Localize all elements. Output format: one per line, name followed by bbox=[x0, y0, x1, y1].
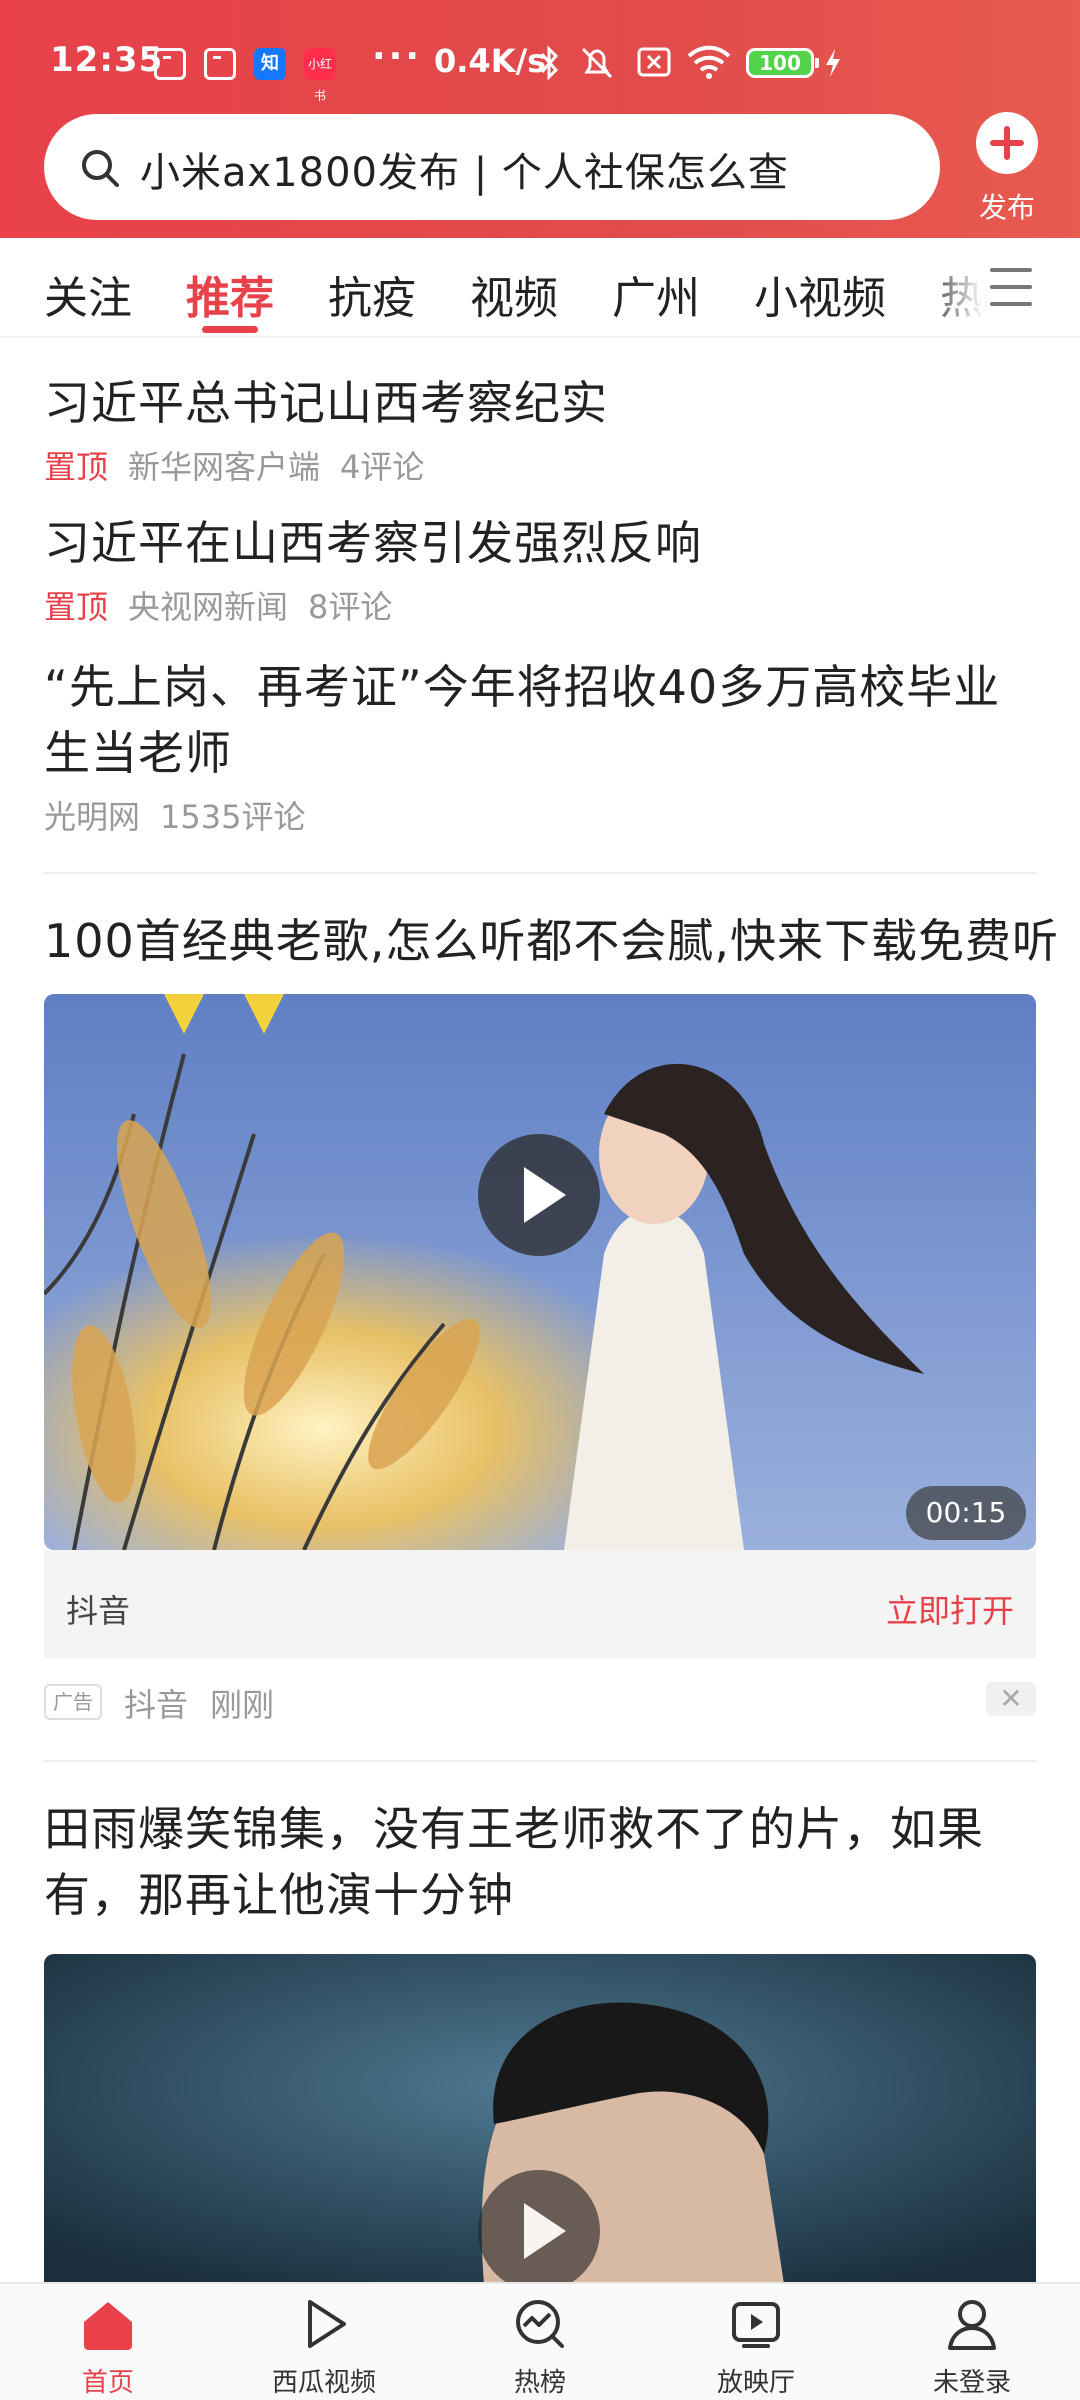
ad-action-bar[interactable]: 抖音 立即打开 bbox=[44, 1550, 1036, 1658]
mute-bell-icon bbox=[581, 47, 613, 79]
tab-video[interactable]: 视频 bbox=[470, 262, 558, 326]
video-title-block[interactable]: 田雨爆笑锦集，没有王老师救不了的片，如果有，那再让他演十分钟 bbox=[44, 1796, 1036, 1928]
trending-icon bbox=[516, 2300, 564, 2348]
nav-profile[interactable]: 未登录 bbox=[864, 2284, 1080, 2400]
news-item[interactable]: 习近平总书记山西考察纪实 置顶 新华网客户端 4评论 bbox=[44, 370, 1036, 488]
news-title: 习近平总书记山西考察纪实 bbox=[44, 376, 608, 430]
video-thumbnail[interactable] bbox=[44, 1954, 1036, 2284]
search-icon bbox=[82, 150, 119, 187]
screen-icon bbox=[732, 2302, 780, 2348]
ad-video-thumbnail[interactable]: 00:15 bbox=[44, 994, 1036, 1550]
battery-indicator: 100 bbox=[746, 48, 819, 78]
menu-icon[interactable] bbox=[990, 268, 1032, 308]
news-source: 光明网 bbox=[44, 798, 141, 836]
search-bar[interactable]: 小米ax1800发布 | 个人社保怎么查 bbox=[44, 114, 940, 220]
bluetooth-icon bbox=[540, 45, 559, 81]
ad-app-name: 抖音 bbox=[66, 1592, 131, 1630]
more-notifications-icon: ··· bbox=[372, 36, 423, 77]
ad-title: 100首经典老歌,怎么听都不会腻,快来下载免费听 bbox=[44, 914, 1060, 968]
comment-count: 4评论 bbox=[340, 448, 425, 486]
tab-recommend[interactable]: 推荐 bbox=[186, 262, 274, 326]
charging-icon bbox=[826, 49, 840, 77]
news-item[interactable]: “先上岗、再考证”今年将招收40多万高校毕业生当老师 光明网 1535评论 bbox=[44, 654, 1036, 838]
ad-meta-time: 刚刚 bbox=[210, 1686, 275, 1724]
video-duration: 00:15 bbox=[906, 1486, 1026, 1540]
nav-hot-list-label: 热榜 bbox=[513, 2368, 566, 2398]
divider bbox=[44, 872, 1036, 874]
news-meta: 置顶 央视网新闻 8评论 bbox=[44, 582, 1036, 628]
calendar-icon bbox=[154, 48, 186, 80]
news-title: “先上岗、再考证”今年将招收40多万高校毕业生当老师 bbox=[44, 660, 1001, 780]
tab-short-video[interactable]: 小视频 bbox=[754, 262, 886, 326]
tab-guangzhou[interactable]: 广州 bbox=[612, 262, 700, 326]
bottom-navigation: 首页 西瓜视频 热榜 放映厅 未登录 bbox=[0, 2282, 1080, 2400]
news-title: 习近平在山西考察引发强烈反响 bbox=[44, 516, 702, 570]
news-meta: 光明网 1535评论 bbox=[44, 792, 1036, 838]
status-bar: 12:35 知 小红书 ··· 0.4K/s 100 bbox=[0, 0, 1080, 110]
news-source: 央视网新闻 bbox=[128, 588, 289, 626]
ad-meta-text: 抖音 刚刚 bbox=[124, 1680, 296, 1726]
no-sim-icon bbox=[637, 47, 671, 77]
nav-home[interactable]: 首页 bbox=[0, 2284, 216, 2400]
nav-screening-label: 放映厅 bbox=[716, 2368, 795, 2398]
play-button-icon[interactable] bbox=[478, 1134, 600, 1256]
play-icon bbox=[308, 2300, 346, 2348]
status-time: 12:35 bbox=[50, 40, 164, 80]
tab-anti-epidemic[interactable]: 抗疫 bbox=[328, 262, 416, 326]
ad-meta: 广告 抖音 刚刚 ✕ bbox=[44, 1680, 1036, 1724]
play-button-icon[interactable] bbox=[478, 2170, 600, 2284]
network-speed: 0.4K/s bbox=[434, 42, 547, 80]
publish-label: 发布 bbox=[978, 191, 1035, 224]
tab-follow[interactable]: 关注 bbox=[44, 262, 132, 326]
comment-count: 1535评论 bbox=[160, 798, 306, 836]
calendar-icon bbox=[204, 48, 236, 80]
active-tab-indicator bbox=[202, 326, 258, 333]
dismiss-close-icon[interactable]: ✕ bbox=[986, 1682, 1036, 1716]
ad-badge: 广告 bbox=[44, 1684, 102, 1720]
nav-hot-list[interactable]: 热榜 bbox=[432, 2284, 648, 2400]
pinned-badge: 置顶 bbox=[44, 588, 109, 626]
news-item[interactable]: 习近平在山西考察引发强烈反响 置顶 央视网新闻 8评论 bbox=[44, 510, 1036, 628]
nav-xigua-video[interactable]: 西瓜视频 bbox=[216, 2284, 432, 2400]
ad-title-block[interactable]: 100首经典老歌,怎么听都不会腻,快来下载免费听 bbox=[44, 908, 1060, 974]
home-icon bbox=[84, 2302, 132, 2350]
header: 12:35 知 小红书 ··· 0.4K/s 100 小米ax1800发布 | … bbox=[0, 0, 1080, 238]
nav-xigua-label: 西瓜视频 bbox=[271, 2368, 376, 2398]
category-tabs: 关注 推荐 抗疫 视频 广州 小视频 热 bbox=[0, 238, 1080, 338]
nav-profile-label: 未登录 bbox=[932, 2368, 1011, 2398]
pinned-badge: 置顶 bbox=[44, 448, 109, 486]
search-suggestion: 小米ax1800发布 | 个人社保怎么查 bbox=[140, 150, 789, 196]
video-title: 田雨爆笑锦集，没有王老师救不了的片，如果有，那再让他演十分钟 bbox=[44, 1802, 984, 1922]
ad-meta-source: 抖音 bbox=[124, 1686, 189, 1724]
wifi-icon bbox=[687, 45, 731, 79]
news-meta: 置顶 新华网客户端 4评论 bbox=[44, 442, 1036, 488]
nav-home-label: 首页 bbox=[81, 2368, 134, 2398]
nav-screening-room[interactable]: 放映厅 bbox=[648, 2284, 864, 2400]
divider bbox=[44, 1760, 1036, 1762]
publish-button[interactable]: 发布 bbox=[970, 108, 1044, 228]
zhihu-icon: 知 bbox=[254, 48, 286, 80]
plus-icon bbox=[976, 112, 1038, 174]
xiaohongshu-icon: 小红书 bbox=[304, 48, 336, 103]
news-source: 新华网客户端 bbox=[128, 448, 321, 486]
comment-count: 8评论 bbox=[308, 588, 393, 626]
user-icon bbox=[948, 2300, 996, 2350]
open-now-button[interactable]: 立即打开 bbox=[886, 1586, 1014, 1632]
video-thumbnail-image bbox=[44, 994, 1036, 1550]
